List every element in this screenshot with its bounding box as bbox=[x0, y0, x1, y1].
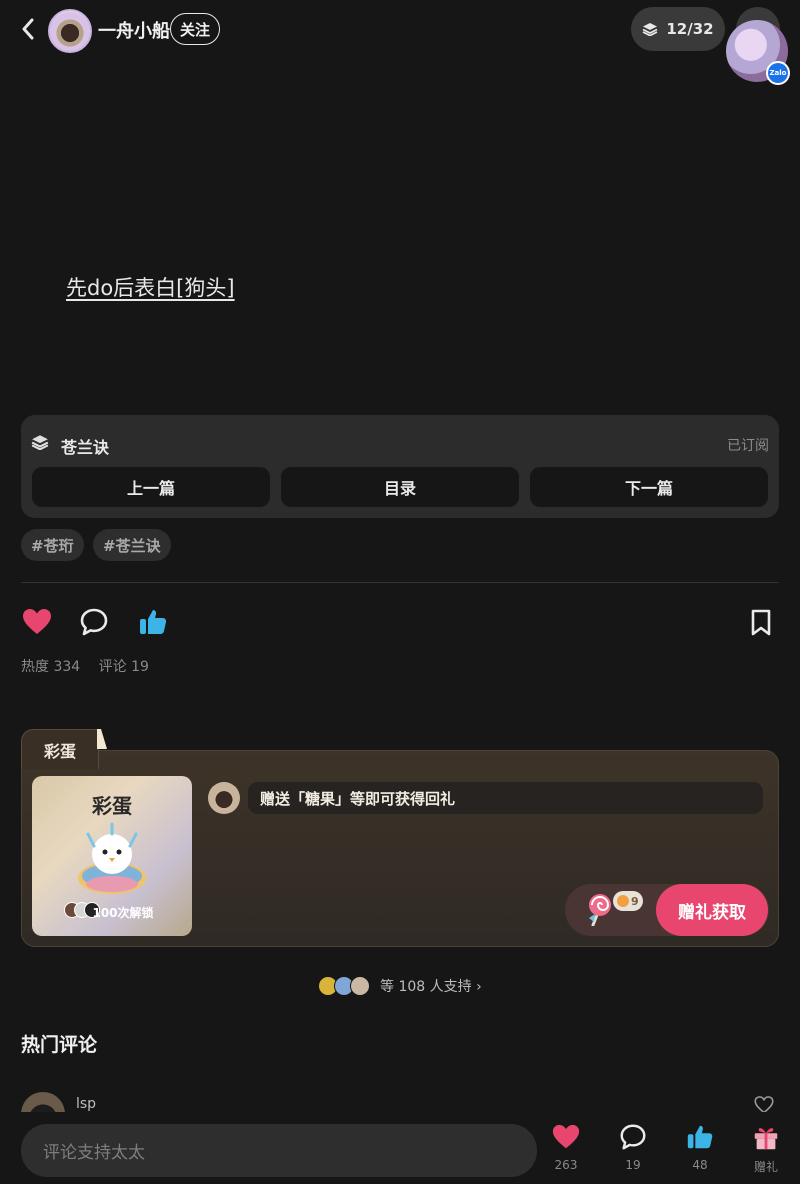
commenter-name[interactable]: lsp bbox=[76, 1096, 96, 1112]
recommend-count: 48 bbox=[692, 1158, 708, 1172]
easter-egg-tab: 彩蛋 bbox=[21, 729, 99, 769]
collection-subscribed-status: 已订阅 bbox=[727, 438, 769, 454]
tab-corner-decoration bbox=[97, 729, 107, 749]
next-chapter-button[interactable]: 下一篇 bbox=[530, 467, 768, 507]
chevron-left-icon bbox=[22, 18, 34, 40]
chick-egg-illustration bbox=[78, 822, 146, 894]
previous-chapter-button[interactable]: 上一篇 bbox=[32, 467, 270, 507]
tag-chip[interactable]: #苍珩 bbox=[21, 529, 84, 561]
comment-input[interactable]: 评论支持太太 bbox=[21, 1124, 537, 1177]
comment-icon bbox=[620, 1124, 646, 1150]
zalo-badge-label: Zalo bbox=[768, 63, 788, 83]
hot-comments-title: 热门评论 bbox=[21, 1034, 98, 1056]
supporters-row[interactable]: 等 108 人支持 › bbox=[318, 974, 482, 998]
top-bar: 一舟小船 关注 12/32 bbox=[0, 0, 800, 60]
comment-icon[interactable] bbox=[78, 606, 110, 638]
clock-icon bbox=[617, 895, 629, 907]
heart-icon[interactable] bbox=[21, 606, 53, 638]
post-body-text[interactable]: 先do后表白[狗头] bbox=[66, 272, 235, 302]
unlock-count-text: 100次解锁 bbox=[92, 906, 154, 920]
heart-icon bbox=[552, 1124, 580, 1149]
candy-count-badge: 9 bbox=[613, 891, 643, 911]
layers-icon bbox=[642, 23, 658, 36]
candy-count: 9 bbox=[631, 894, 639, 908]
gift-to-get-button[interactable]: 赠礼获取 bbox=[656, 884, 768, 936]
thumbs-up-icon[interactable] bbox=[137, 606, 169, 638]
table-of-contents-button[interactable]: 目录 bbox=[281, 467, 519, 507]
gift-button[interactable]: 赠礼 bbox=[741, 1122, 791, 1175]
page-indicator-text: 12/32 bbox=[666, 20, 714, 38]
collection-card: 苍兰诀 已订阅 上一篇 目录 下一篇 bbox=[21, 415, 779, 518]
gift-box-icon bbox=[754, 1128, 778, 1150]
collection-title[interactable]: 苍兰诀 bbox=[61, 434, 109, 458]
heat-count[interactable]: 热度 334 bbox=[21, 659, 80, 675]
like-button[interactable]: 263 bbox=[541, 1122, 591, 1172]
follow-button[interactable]: 关注 bbox=[170, 13, 220, 45]
author-avatar-small bbox=[208, 782, 240, 814]
recommend-button[interactable]: 48 bbox=[675, 1122, 725, 1172]
comment-count-bottom: 19 bbox=[625, 1158, 641, 1172]
gift-label: 赠礼 bbox=[753, 1160, 778, 1174]
comment-count[interactable]: 评论 19 bbox=[99, 659, 149, 675]
comment-button[interactable]: 19 bbox=[608, 1122, 658, 1172]
bookmark-icon[interactable] bbox=[745, 606, 777, 638]
supporters-text: 等 108 人支持 › bbox=[380, 979, 482, 995]
author-name[interactable]: 一舟小船 bbox=[98, 17, 170, 43]
back-button[interactable] bbox=[14, 14, 42, 44]
lollipop-icon[interactable] bbox=[585, 892, 615, 926]
tag-chip[interactable]: #苍兰诀 bbox=[93, 529, 171, 561]
thumbs-up-icon bbox=[687, 1125, 713, 1149]
layers-icon bbox=[31, 435, 49, 450]
author-avatar[interactable] bbox=[48, 9, 92, 53]
egg-card-title: 彩蛋 bbox=[92, 794, 132, 818]
easter-egg-card[interactable]: 彩蛋 100次解锁 bbox=[32, 776, 192, 936]
supporter-avatar bbox=[350, 976, 370, 996]
zalo-badge-icon: Zalo bbox=[766, 61, 790, 85]
post-stats: 热度 334 评论 19 bbox=[21, 656, 163, 676]
gift-message: 赠送「糖果」等即可获得回礼 bbox=[248, 782, 763, 814]
like-count: 263 bbox=[554, 1158, 578, 1172]
page-indicator-button[interactable]: 12/32 bbox=[631, 7, 725, 51]
divider bbox=[21, 582, 779, 583]
